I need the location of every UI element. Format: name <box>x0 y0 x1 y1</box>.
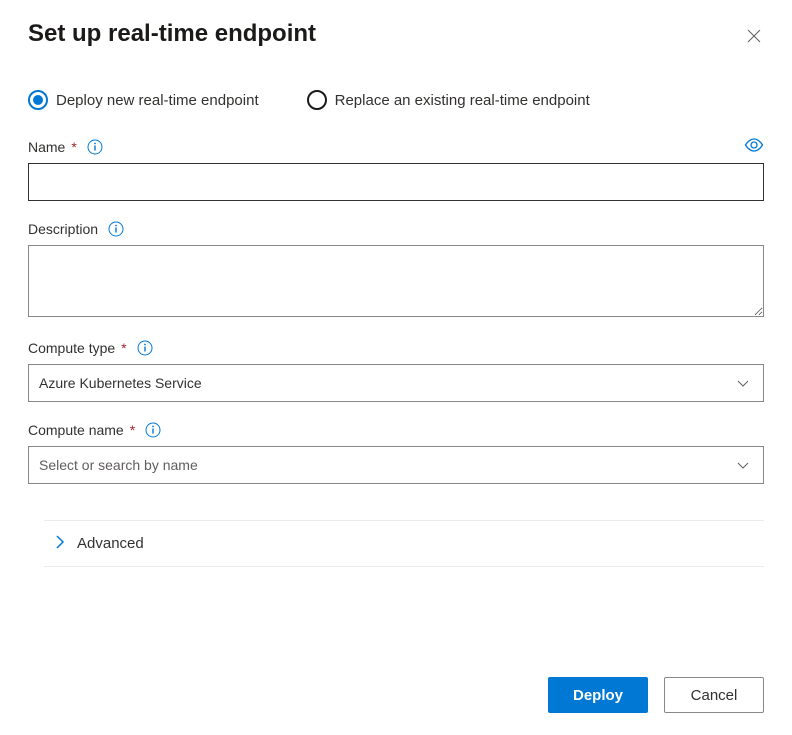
advanced-label: Advanced <box>77 535 144 552</box>
compute-name-info-icon[interactable] <box>145 422 161 438</box>
radio-replace-existing[interactable]: Replace an existing real-time endpoint <box>307 90 590 110</box>
cancel-button[interactable]: Cancel <box>664 677 764 713</box>
compute-type-label: Compute type <box>28 340 115 356</box>
description-label: Description <box>28 221 98 237</box>
deploy-button[interactable]: Deploy <box>548 677 648 713</box>
compute-type-info-icon[interactable] <box>137 340 153 356</box>
required-indicator: * <box>121 340 126 356</box>
deploy-mode-radio-group: Deploy new real-time endpoint Replace an… <box>28 90 764 110</box>
radio-replace-existing-label: Replace an existing real-time endpoint <box>335 92 590 109</box>
radio-deploy-new[interactable]: Deploy new real-time endpoint <box>28 90 259 110</box>
visibility-icon[interactable] <box>744 138 764 155</box>
chevron-down-icon <box>737 375 749 391</box>
description-input[interactable] <box>28 245 764 317</box>
compute-type-select[interactable]: Azure Kubernetes Service <box>28 364 764 402</box>
chevron-down-icon <box>737 457 749 473</box>
name-input[interactable] <box>28 163 764 201</box>
compute-name-placeholder: Select or search by name <box>39 457 198 473</box>
compute-name-label: Compute name <box>28 422 124 438</box>
radio-deploy-new-label: Deploy new real-time endpoint <box>56 92 259 109</box>
advanced-toggle[interactable]: Advanced <box>44 535 764 552</box>
dialog-title: Set up real-time endpoint <box>28 20 316 48</box>
required-indicator: * <box>71 139 76 155</box>
description-info-icon[interactable] <box>108 221 124 237</box>
chevron-right-icon <box>56 535 65 552</box>
close-button[interactable] <box>744 26 764 46</box>
compute-type-value: Azure Kubernetes Service <box>39 375 202 391</box>
radio-selected-icon <box>28 90 48 110</box>
close-icon <box>746 28 762 44</box>
compute-name-select[interactable]: Select or search by name <box>28 446 764 484</box>
required-indicator: * <box>130 422 135 438</box>
name-label: Name <box>28 139 65 155</box>
name-info-icon[interactable] <box>87 139 103 155</box>
radio-unselected-icon <box>307 90 327 110</box>
